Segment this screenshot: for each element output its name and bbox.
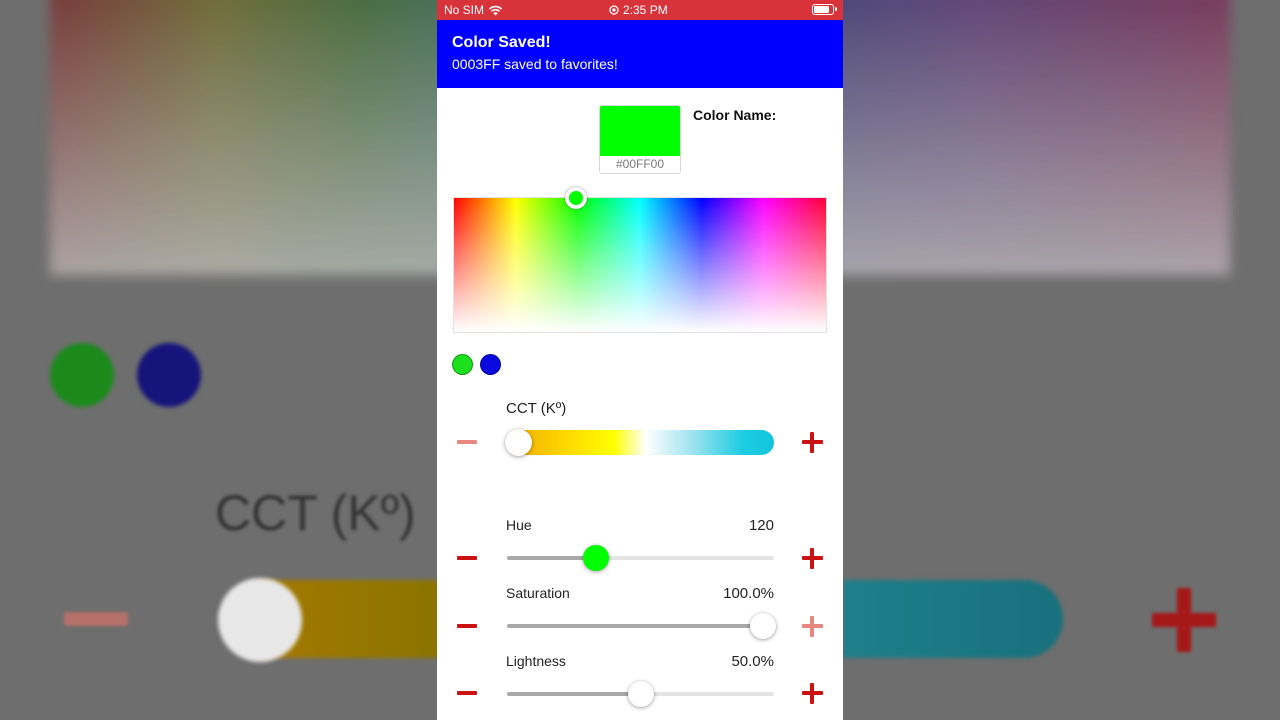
saturation-value: 100.0%	[723, 585, 774, 602]
current-color-swatch[interactable]: #00FF00	[599, 105, 681, 174]
cct-label: CCT (Kº)	[506, 400, 567, 417]
lightness-slider-fill	[507, 692, 641, 696]
hue-label: Hue	[506, 517, 532, 533]
wifi-icon	[488, 5, 503, 15]
swatch-fill	[600, 106, 680, 156]
saturation-increase-plus-icon[interactable]	[802, 616, 823, 637]
carrier-label: No SIM	[444, 3, 485, 17]
swatch-hex-label: #00FF00	[615, 157, 665, 171]
hue-slider-knob[interactable]	[582, 545, 609, 571]
status-bar: No SIM 2:35 PM	[437, 0, 843, 20]
saturation-slider-fill	[507, 624, 774, 628]
bg-cct-knob	[218, 578, 302, 662]
favorite-color-swatch[interactable]	[480, 354, 501, 375]
toast-message: 0003FF saved to favorites!	[452, 56, 618, 72]
cct-decrease-minus-icon[interactable]	[457, 440, 477, 444]
bg-fav-dot-blue	[137, 343, 201, 407]
cct-slider-track[interactable]	[507, 430, 774, 455]
cct-slider-knob[interactable]	[505, 429, 532, 456]
saturation-slider-track[interactable]	[507, 624, 774, 628]
hue-decrease-minus-icon[interactable]	[457, 556, 477, 560]
toast-notification[interactable]: Color Saved! 0003FF saved to favorites!	[437, 20, 843, 88]
lightness-value: 50.0%	[731, 653, 774, 670]
spectrum-cursor[interactable]	[565, 187, 587, 209]
bg-plus-icon	[1152, 588, 1216, 652]
color-spectrum-picker[interactable]	[453, 197, 827, 333]
lightness-decrease-minus-icon[interactable]	[457, 691, 477, 695]
clock: 2:35 PM	[623, 3, 668, 17]
hue-slider-track[interactable]	[507, 556, 774, 560]
hue-value: 120	[748, 517, 774, 534]
bg-cct-label: CCT (Kº)	[215, 485, 416, 541]
saturation-decrease-minus-icon[interactable]	[457, 624, 477, 628]
hue-increase-plus-icon[interactable]	[802, 548, 823, 569]
cct-increase-plus-icon[interactable]	[802, 432, 823, 453]
bg-fav-dot-green	[50, 343, 114, 407]
bg-cct-bar-right	[843, 580, 1063, 658]
lightness-label: Lightness	[506, 653, 566, 669]
toast-title: Color Saved!	[452, 34, 551, 51]
status-center: 2:35 PM	[609, 3, 668, 17]
bg-minus-icon	[64, 612, 128, 626]
favorite-color-swatch[interactable]	[452, 354, 473, 375]
location-icon	[609, 5, 619, 15]
status-left: No SIM	[444, 3, 503, 17]
app-screen: No SIM 2:35 PM Color Saved! 0003FF saved…	[437, 0, 843, 720]
lightness-slider-knob[interactable]	[627, 681, 654, 707]
lightness-increase-plus-icon[interactable]	[802, 683, 823, 704]
saturation-label: Saturation	[506, 585, 570, 601]
battery-icon	[812, 4, 837, 15]
saturation-slider-knob[interactable]	[750, 613, 776, 639]
color-name-label: Color Name:	[693, 107, 777, 123]
